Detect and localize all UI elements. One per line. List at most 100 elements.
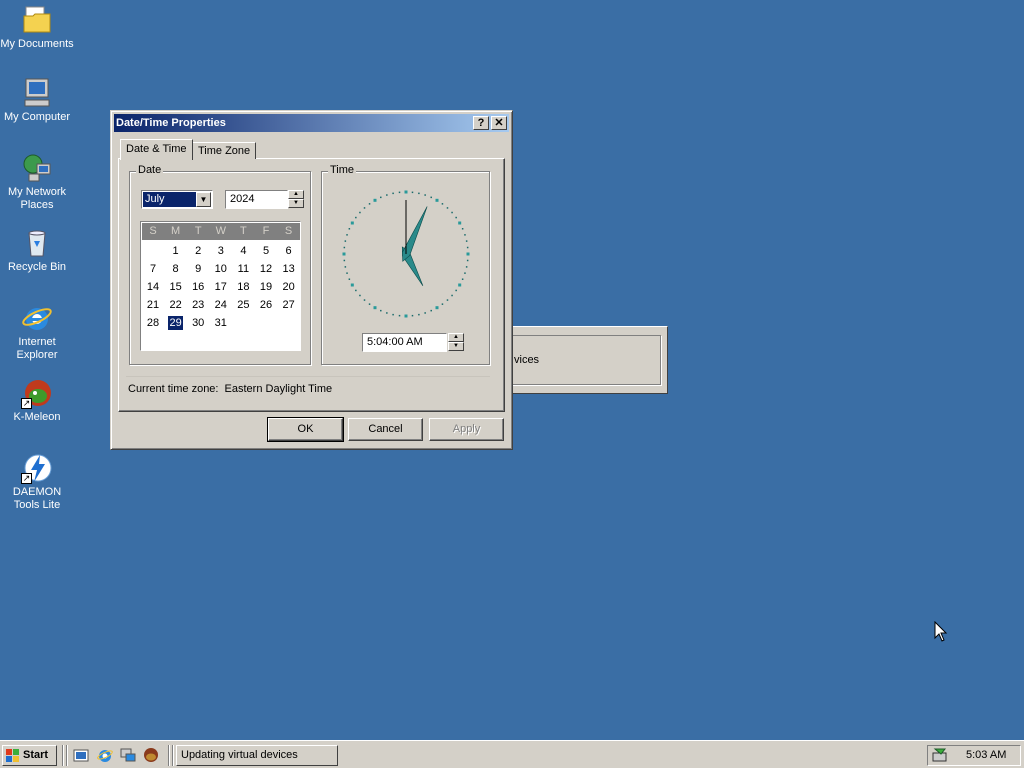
clock-minute-tick: [368, 303, 371, 305]
calendar-day[interactable]: 3: [210, 242, 232, 260]
calendar-day[interactable]: 20: [278, 278, 300, 296]
calendar-day[interactable]: 8: [165, 260, 187, 278]
date-group-label: Date: [136, 164, 164, 176]
clock-minute-tick: [346, 234, 348, 236]
time-input[interactable]: 5:04:00 AM: [362, 333, 447, 352]
clock-minute-tick: [343, 259, 346, 262]
clock-hour-tick: [342, 252, 346, 256]
dialog-titlebar[interactable]: Date/Time Properties ? ✕: [114, 114, 509, 132]
clock-minute-tick: [392, 192, 394, 195]
calendar-weekday: T: [194, 225, 202, 237]
desktop-icon-daemon-tools[interactable]: ↗ DAEMON Tools Lite: [0, 452, 74, 512]
calendar-day[interactable]: 13: [278, 260, 300, 278]
calendar-day[interactable]: 11: [232, 260, 254, 278]
clock-minute-tick: [466, 246, 469, 249]
desktop-icon-k-meleon[interactable]: ↗ K-Meleon: [0, 377, 74, 424]
desktop-icon-my-documents[interactable]: My Documents: [0, 4, 74, 51]
time-spinner[interactable]: ▲ ▼: [448, 333, 464, 352]
calendar-day[interactable]: 2: [187, 242, 209, 260]
network-icon[interactable]: [120, 747, 136, 763]
calendar-day[interactable]: 15: [165, 278, 187, 296]
clock-minute-tick: [464, 272, 466, 274]
cancel-button[interactable]: Cancel: [348, 418, 423, 441]
month-select[interactable]: July ▼: [141, 190, 213, 209]
calendar-weekday: S: [149, 225, 157, 237]
desktop-icon-my-network-places[interactable]: My Network Places: [0, 152, 74, 212]
desktop-icon-label: DAEMON Tools Lite: [12, 486, 62, 511]
clock-minute-tick: [424, 194, 426, 196]
calendar-day[interactable]: 18: [232, 278, 254, 296]
spin-down-icon[interactable]: ▼: [448, 342, 464, 351]
start-button[interactable]: Start: [2, 745, 57, 766]
clock-hour-tick: [466, 252, 470, 256]
calendar-day[interactable]: 12: [255, 260, 277, 278]
apply-button[interactable]: Apply: [429, 418, 504, 441]
analog-clock: [342, 190, 470, 318]
clock-minute-tick: [380, 196, 382, 199]
windows-logo-icon: [6, 749, 19, 762]
calendar-day[interactable]: 10: [210, 260, 232, 278]
clock-minute-tick: [386, 312, 388, 314]
clock-minute-tick: [380, 309, 382, 312]
calendar-day[interactable]: 6: [278, 242, 300, 260]
calendar-day[interactable]: 1: [165, 242, 187, 260]
tab-time-zone[interactable]: Time Zone: [192, 142, 257, 159]
calendar-weekday: W: [215, 225, 226, 237]
spin-down-icon[interactable]: ▼: [288, 199, 304, 208]
calendar-day[interactable]: 5: [255, 242, 277, 260]
spin-up-icon[interactable]: ▲: [448, 333, 464, 342]
calendar-weekday: S: [284, 225, 293, 237]
desktop-icon-label: My Documents: [0, 38, 74, 50]
clock-minute-tick: [355, 289, 357, 292]
tray-clock[interactable]: 5:03 AM: [966, 746, 1006, 765]
calendar-day[interactable]: 24: [210, 296, 232, 314]
calendar-day[interactable]: 28: [142, 314, 164, 332]
clock-hour-tick: [458, 221, 462, 225]
folder-documents-icon: [21, 4, 53, 36]
calendar-day[interactable]: 17: [210, 278, 232, 296]
desktop-icon-internet-explorer[interactable]: Internet Explorer: [0, 302, 74, 362]
clock-minute-tick: [441, 203, 444, 205]
month-calendar[interactable]: SMTWTFS 1 2 3 4 5 6 7 8 9 10 11 12 13 14 15 16 17 18 19 20 2…: [140, 221, 301, 351]
chevron-down-icon[interactable]: ▼: [196, 192, 211, 207]
calendar-day[interactable]: 31: [210, 314, 232, 332]
close-button[interactable]: ✕: [491, 116, 507, 130]
calendar-day[interactable]: 30: [187, 314, 209, 332]
calendar-weekday: M: [171, 225, 181, 237]
calendar-day[interactable]: 25: [232, 296, 254, 314]
show-desktop-icon[interactable]: [73, 747, 89, 763]
tab-date-time[interactable]: Date & Time: [120, 139, 193, 160]
calendar-day[interactable]: 19: [255, 278, 277, 296]
background-window[interactable]: vices: [510, 326, 668, 394]
clock-hour-tick: [404, 314, 408, 318]
calendar-day-selected[interactable]: 29: [165, 314, 187, 332]
clock-minute-tick: [355, 216, 357, 219]
year-spinner[interactable]: ▲ ▼: [288, 190, 304, 209]
clock-minute-tick: [465, 240, 468, 242]
desktop-icon-recycle-bin[interactable]: Recycle Bin: [0, 227, 74, 274]
calendar-day[interactable]: 21: [142, 296, 164, 314]
calendar-day[interactable]: 22: [165, 296, 187, 314]
virtual-drive-tray-icon[interactable]: [932, 747, 948, 763]
calendar-day[interactable]: 26: [255, 296, 277, 314]
calendar-day[interactable]: 27: [278, 296, 300, 314]
start-label: Start: [23, 749, 49, 761]
help-button[interactable]: ?: [473, 116, 489, 130]
desktop-icon-my-computer[interactable]: My Computer: [0, 77, 74, 124]
clock-minute-tick: [451, 211, 453, 214]
year-input[interactable]: 2024: [225, 190, 288, 209]
calendar-day[interactable]: 14: [142, 278, 164, 296]
clock-minute-tick: [455, 289, 457, 292]
spin-up-icon[interactable]: ▲: [288, 190, 304, 199]
ok-button[interactable]: OK: [267, 417, 344, 442]
calendar-day[interactable]: 16: [187, 278, 209, 296]
clock-minute-tick: [446, 207, 449, 209]
calendar-day[interactable]: 7: [142, 260, 164, 278]
calendar-day[interactable]: 9: [187, 260, 209, 278]
calendar-day[interactable]: 23: [187, 296, 209, 314]
internet-explorer-icon[interactable]: [97, 747, 113, 763]
k-meleon-icon[interactable]: [143, 747, 159, 763]
k-meleon-icon: ↗: [21, 377, 53, 409]
calendar-day[interactable]: 4: [232, 242, 254, 260]
taskbar-button-updating-virtual-devices[interactable]: Updating virtual devices: [176, 745, 338, 766]
